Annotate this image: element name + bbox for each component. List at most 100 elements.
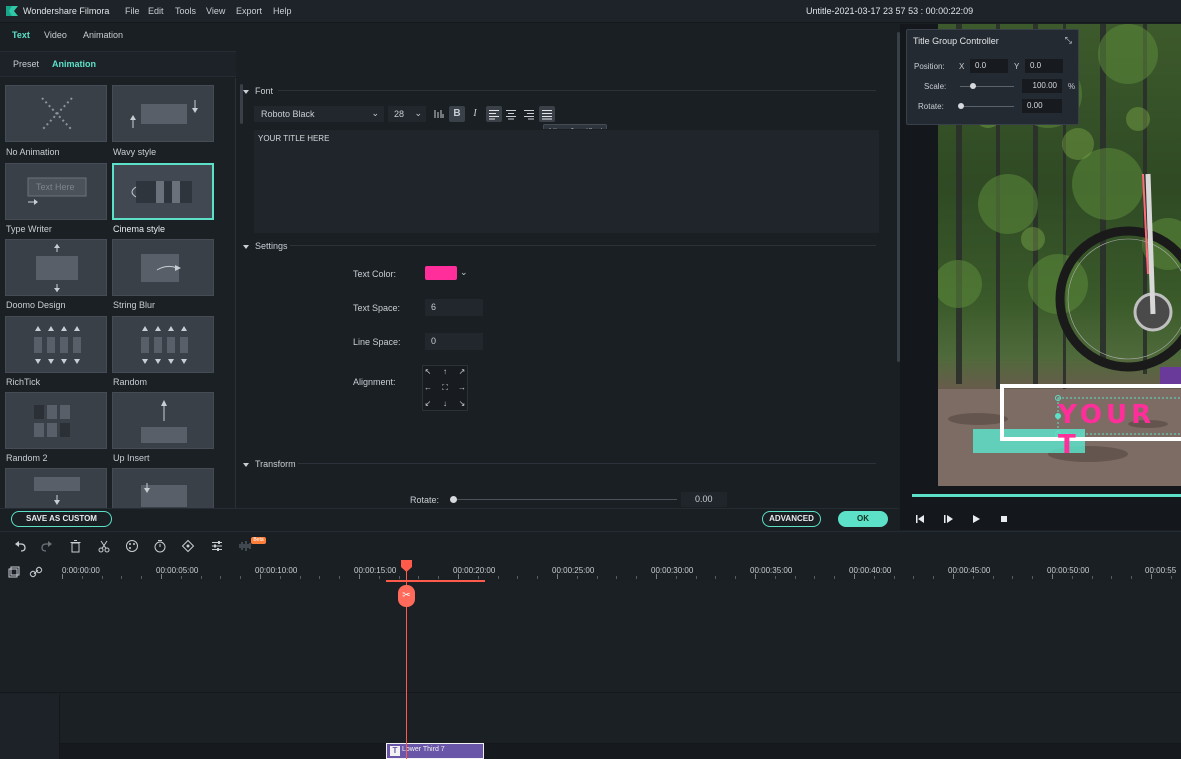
animation-tile-richtick[interactable]: [5, 316, 107, 373]
scale-slider-handle[interactable]: [970, 83, 976, 89]
align-bottom-icon[interactable]: ↓: [439, 399, 451, 408]
menu-tools[interactable]: Tools: [175, 6, 196, 16]
subtab-animation[interactable]: Animation: [52, 59, 96, 69]
menu-edit[interactable]: Edit: [148, 6, 164, 16]
settings-section-header[interactable]: Settings: [243, 241, 288, 251]
align-top-right-icon[interactable]: ↗: [456, 367, 468, 376]
clip-lane[interactable]: [60, 744, 1181, 759]
animation-tile-up-insert[interactable]: [112, 392, 214, 449]
animation-tile[interactable]: [5, 468, 107, 508]
animation-tile-string-blur[interactable]: [112, 239, 214, 296]
bold-button[interactable]: B: [449, 106, 465, 122]
animation-tile-wavy-style[interactable]: [112, 85, 214, 142]
align-bottom-right-icon[interactable]: ↘: [456, 399, 468, 408]
split-scissor-icon[interactable]: ✂: [398, 585, 415, 607]
rotate-slider[interactable]: [960, 106, 1014, 107]
advanced-button[interactable]: ADVANCED: [762, 511, 821, 527]
ruler-tick-minor: [1131, 576, 1132, 579]
undo-icon[interactable]: [13, 539, 27, 553]
title-group-controller[interactable]: Title Group Controller ⤡ Position: X 0.0…: [906, 29, 1079, 125]
ok-button[interactable]: OK: [838, 511, 888, 527]
position-x-input[interactable]: 0.0: [970, 59, 1008, 73]
align-top-left-icon[interactable]: ↖: [422, 367, 434, 376]
font-section-header[interactable]: Font: [243, 86, 273, 96]
menu-view[interactable]: View: [206, 6, 225, 16]
font-size-select[interactable]: 28 ⌄: [388, 106, 426, 122]
animation-tile-cinema-style[interactable]: [112, 163, 214, 220]
align-right-button[interactable]: [521, 106, 537, 122]
ruler-tick-minor: [894, 576, 895, 579]
play-frame-icon[interactable]: [942, 514, 954, 526]
cut-icon[interactable]: [97, 539, 111, 553]
animation-tile-doomo-design[interactable]: [5, 239, 107, 296]
link-icon[interactable]: [29, 565, 43, 579]
menu-file[interactable]: File: [125, 6, 140, 16]
title-text-input[interactable]: YOUR TITLE HERE: [253, 129, 880, 234]
align-left-button[interactable]: [486, 106, 502, 122]
rotate-slider-handle[interactable]: [450, 496, 457, 503]
adjust-icon[interactable]: [210, 539, 224, 553]
text-color-swatch[interactable]: [425, 266, 457, 280]
font-family-select[interactable]: Roboto Black ⌄: [254, 106, 384, 122]
animation-tile-no-animation[interactable]: [5, 85, 107, 142]
subtab-preset[interactable]: Preset: [13, 59, 39, 69]
ruler-tick: [557, 574, 558, 579]
ruler-tick-minor: [616, 576, 617, 579]
line-space-input[interactable]: 0: [425, 333, 483, 350]
align-left-icon[interactable]: ←: [422, 383, 434, 392]
ruler-tick-minor: [973, 576, 974, 579]
keyframe-icon[interactable]: [181, 539, 195, 553]
tile-label: Doomo Design: [6, 300, 66, 310]
animation-tile-type-writer[interactable]: Text Here: [5, 163, 107, 220]
tab-video[interactable]: Video: [44, 30, 67, 40]
rotate-input[interactable]: 0.00: [681, 492, 727, 507]
video-track[interactable]: [0, 581, 1181, 693]
collapse-icon[interactable]: ⤡: [1065, 35, 1072, 46]
align-right-icon[interactable]: →: [456, 383, 468, 392]
playhead-handle-icon[interactable]: [401, 560, 412, 572]
menu-export[interactable]: Export: [236, 6, 262, 16]
text-space-input[interactable]: 6: [425, 299, 483, 316]
tab-animation[interactable]: Animation: [83, 30, 123, 40]
chevron-down-icon[interactable]: ⌄: [460, 267, 468, 278]
tile-label: Up Insert: [113, 453, 150, 463]
play-icon[interactable]: [971, 514, 981, 526]
timeline-clip-lower-third[interactable]: T Lower Third 7: [386, 743, 484, 759]
add-track-icon[interactable]: [7, 565, 21, 579]
align-justified-button[interactable]: [539, 106, 555, 122]
animation-library: No Animation Wavy style Text Here Type W…: [0, 78, 236, 508]
rotate-input[interactable]: 0.00: [1022, 99, 1062, 113]
animation-tile-random-2[interactable]: [5, 392, 107, 449]
position-y-input[interactable]: 0.0: [1025, 59, 1063, 73]
audio-stretch-icon[interactable]: [238, 539, 252, 553]
menu-help[interactable]: Help: [273, 6, 292, 16]
ruler-label: 00:00:25:00: [552, 566, 595, 575]
speed-icon[interactable]: [153, 539, 167, 553]
align-top-icon[interactable]: ↑: [439, 367, 451, 376]
playback-progress-bar[interactable]: [912, 494, 1181, 497]
stop-icon[interactable]: [999, 514, 1009, 526]
align-bottom-left-icon[interactable]: ↙: [422, 399, 434, 408]
type-writer-icon: [27, 177, 87, 205]
app-name: Wondershare Filmora: [23, 6, 110, 16]
delete-icon[interactable]: [68, 539, 82, 553]
tab-text[interactable]: Text: [12, 30, 30, 40]
ruler-tick: [260, 574, 261, 579]
scale-input[interactable]: 100.00: [1022, 79, 1062, 93]
color-palette-icon[interactable]: [125, 539, 139, 553]
animation-tile[interactable]: [112, 468, 214, 508]
save-as-custom-button[interactable]: SAVE AS CUSTOM: [11, 511, 112, 527]
text-format-icon[interactable]: [431, 106, 447, 122]
alignment-grid[interactable]: ↖ ↑ ↗ ← ⛶ → ↙ ↓ ↘: [422, 365, 468, 411]
animation-tile-random[interactable]: [112, 316, 214, 373]
transform-section-header[interactable]: Transform: [243, 459, 296, 469]
text-track[interactable]: [60, 694, 1181, 744]
italic-button[interactable]: I: [467, 106, 483, 122]
rotate-slider[interactable]: [453, 499, 677, 500]
scale-slider[interactable]: [960, 86, 1014, 87]
align-center-button[interactable]: [503, 106, 519, 122]
redo-icon[interactable]: [40, 539, 54, 553]
align-center-icon[interactable]: ⛶: [439, 383, 451, 393]
previous-frame-icon[interactable]: [914, 514, 926, 526]
rotate-slider-handle[interactable]: [958, 103, 964, 109]
